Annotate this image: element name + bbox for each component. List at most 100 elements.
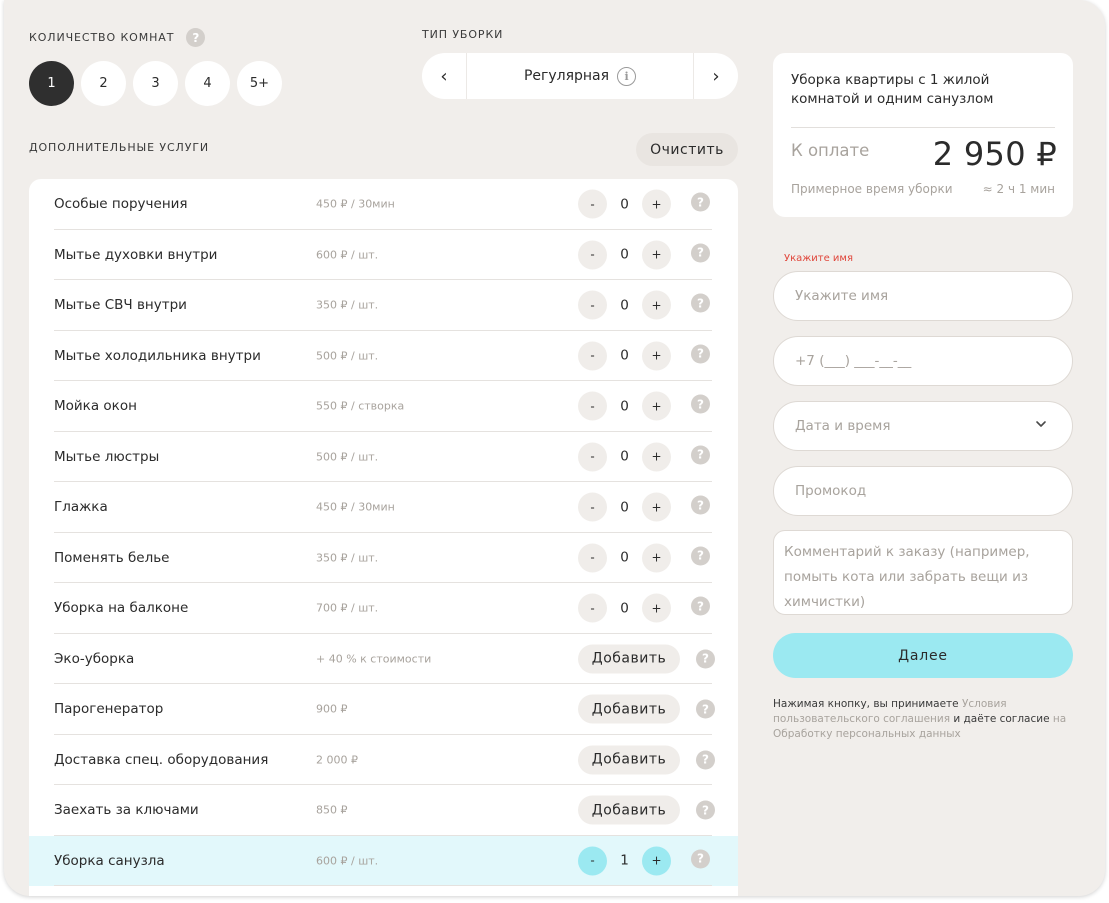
service-name: Особые поручения [54, 196, 188, 213]
decrement-button[interactable]: - [578, 240, 607, 270]
quantity-stepper: -0 + [578, 290, 671, 320]
service-price: 700 ₽ / шт. [316, 601, 379, 615]
pay-value: 2 950 ₽ [932, 135, 1057, 173]
service-name: Заехать за ключами [54, 802, 199, 819]
service-price: 450 ₽ / 30мин [316, 500, 395, 514]
increment-button[interactable]: + [642, 543, 671, 573]
info-icon[interactable]: i [617, 66, 637, 86]
add-service-button[interactable]: Добавить [578, 644, 680, 674]
help-icon[interactable]: ? [696, 699, 715, 719]
rooms-help-icon[interactable]: ? [186, 28, 206, 47]
name-input[interactable] [795, 288, 1072, 304]
increment-button[interactable]: + [642, 846, 671, 876]
service-name: Мытье духовки внутри [54, 246, 218, 263]
quantity-value: 0 [620, 448, 629, 465]
quantity-stepper: -0 + [578, 442, 671, 472]
decrement-button[interactable]: - [578, 442, 607, 472]
help-icon[interactable]: ? [691, 445, 710, 465]
service-row: Особые поручения 450 ₽ / 30мин -0 +? [29, 179, 738, 230]
help-icon[interactable]: ? [691, 192, 710, 212]
help-icon[interactable]: ? [691, 849, 710, 869]
service-row: Парогенератор 900 ₽ Добавить? [29, 684, 738, 735]
decrement-button[interactable]: - [578, 341, 607, 371]
service-price: 600 ₽ / шт. [316, 248, 379, 262]
add-service-button[interactable]: Добавить [578, 795, 680, 825]
quantity-stepper: -0 + [578, 341, 671, 371]
extras-label-row: ДОПОЛНИТЕЛЬНЫЕ УСЛУГИ [29, 141, 209, 154]
quantity-value: 0 [620, 297, 629, 314]
room-option-1[interactable]: 1 [29, 61, 74, 106]
increment-button[interactable]: + [642, 442, 671, 472]
service-price: 500 ₽ / шт. [316, 450, 379, 464]
datetime-select[interactable]: Дата и время [773, 401, 1073, 451]
increment-button[interactable]: + [642, 593, 671, 623]
service-row: Поменять белье 350 ₽ / шт. -0 +? [29, 533, 738, 583]
order-summary: Уборка квартиры с 1 жилой комнатой и одн… [773, 53, 1073, 217]
service-price: 500 ₽ / шт. [316, 349, 379, 363]
booking-form: КОЛИЧЕСТВО КОМНАТ ? 1 2 3 4 5+ ТИП УБОРК… [4, 0, 1105, 896]
service-row: Доставка спец. оборудования 2 000 ₽ Добави… [29, 735, 738, 785]
decrement-button[interactable]: - [578, 846, 607, 876]
comment-textarea[interactable]: Комментарий к заказу (например, помыть к… [773, 530, 1073, 615]
quantity-stepper: -0 + [578, 593, 671, 623]
decrement-button[interactable]: - [578, 593, 607, 623]
next-type-button[interactable]: › [693, 53, 738, 99]
quantity-value: 0 [620, 549, 629, 566]
service-row: Мытье СВЧ внутри 350 ₽ / шт. -0 +? [29, 280, 738, 331]
decrement-button[interactable]: - [578, 543, 607, 573]
clear-button[interactable]: Очистить [636, 133, 738, 166]
quantity-stepper: -1 + [578, 846, 671, 876]
help-icon[interactable]: ? [691, 546, 710, 566]
service-row: Мойка окон 550 ₽ / створка -0 +? [29, 381, 738, 432]
promo-input[interactable] [795, 483, 1072, 499]
help-icon[interactable]: ? [691, 293, 710, 313]
room-option-2[interactable]: 2 [81, 61, 126, 106]
increment-button[interactable]: + [642, 189, 671, 219]
decrement-button[interactable]: - [578, 290, 607, 320]
rooms-selector: 1 2 3 4 5+ [29, 61, 282, 106]
decrement-button[interactable]: - [578, 189, 607, 219]
quantity-value: 0 [620, 347, 629, 364]
row-divider [54, 885, 712, 886]
increment-button[interactable]: + [642, 492, 671, 522]
help-icon[interactable]: ? [691, 394, 710, 414]
legal-prefix: Нажимая кнопку, вы принимаете [773, 698, 962, 710]
service-name: Эко-уборка [54, 650, 135, 667]
help-icon[interactable]: ? [691, 243, 710, 263]
service-price: 450 ₽ / 30мин [316, 197, 395, 211]
increment-button[interactable]: + [642, 240, 671, 270]
help-icon[interactable]: ? [696, 800, 715, 820]
summary-title: Уборка квартиры с 1 жилой комнатой и одн… [791, 72, 994, 107]
service-price: 600 ₽ / шт. [316, 854, 379, 868]
room-option-5plus[interactable]: 5+ [237, 61, 282, 106]
service-name: Мойка окон [54, 398, 137, 415]
help-icon[interactable]: ? [696, 750, 715, 770]
help-icon[interactable]: ? [691, 344, 710, 364]
service-name: Мытье холодильника внутри [54, 347, 261, 364]
chevron-left-icon: ‹ [440, 65, 448, 87]
quantity-stepper: -0 + [578, 189, 671, 219]
quantity-stepper: -0 + [578, 492, 671, 522]
next-button[interactable]: Далее [773, 633, 1073, 678]
room-option-4[interactable]: 4 [185, 61, 230, 106]
add-service-button[interactable]: Добавить [578, 694, 680, 724]
increment-button[interactable]: + [642, 341, 671, 371]
help-icon[interactable]: ? [691, 596, 710, 616]
quantity-value: 0 [620, 398, 629, 415]
service-price: 350 ₽ / шт. [316, 551, 379, 565]
add-service-button[interactable]: Добавить [578, 745, 680, 775]
room-option-3[interactable]: 3 [133, 61, 178, 106]
increment-button[interactable]: + [642, 391, 671, 421]
decrement-button[interactable]: - [578, 492, 607, 522]
time-value: ≈ 2 ч 1 мин [982, 182, 1055, 196]
phone-input[interactable] [795, 353, 1072, 369]
help-icon[interactable]: ? [691, 495, 710, 515]
service-price: + 40 % к стоимости [316, 652, 432, 666]
service-price: 2 000 ₽ [316, 753, 358, 767]
quantity-value: 0 [620, 499, 629, 516]
service-row: Уборка на балконе 700 ₽ / шт. -0 +? [29, 583, 738, 634]
increment-button[interactable]: + [642, 290, 671, 320]
help-icon[interactable]: ? [696, 649, 715, 669]
prev-type-button[interactable]: ‹ [422, 53, 467, 99]
decrement-button[interactable]: - [578, 391, 607, 421]
